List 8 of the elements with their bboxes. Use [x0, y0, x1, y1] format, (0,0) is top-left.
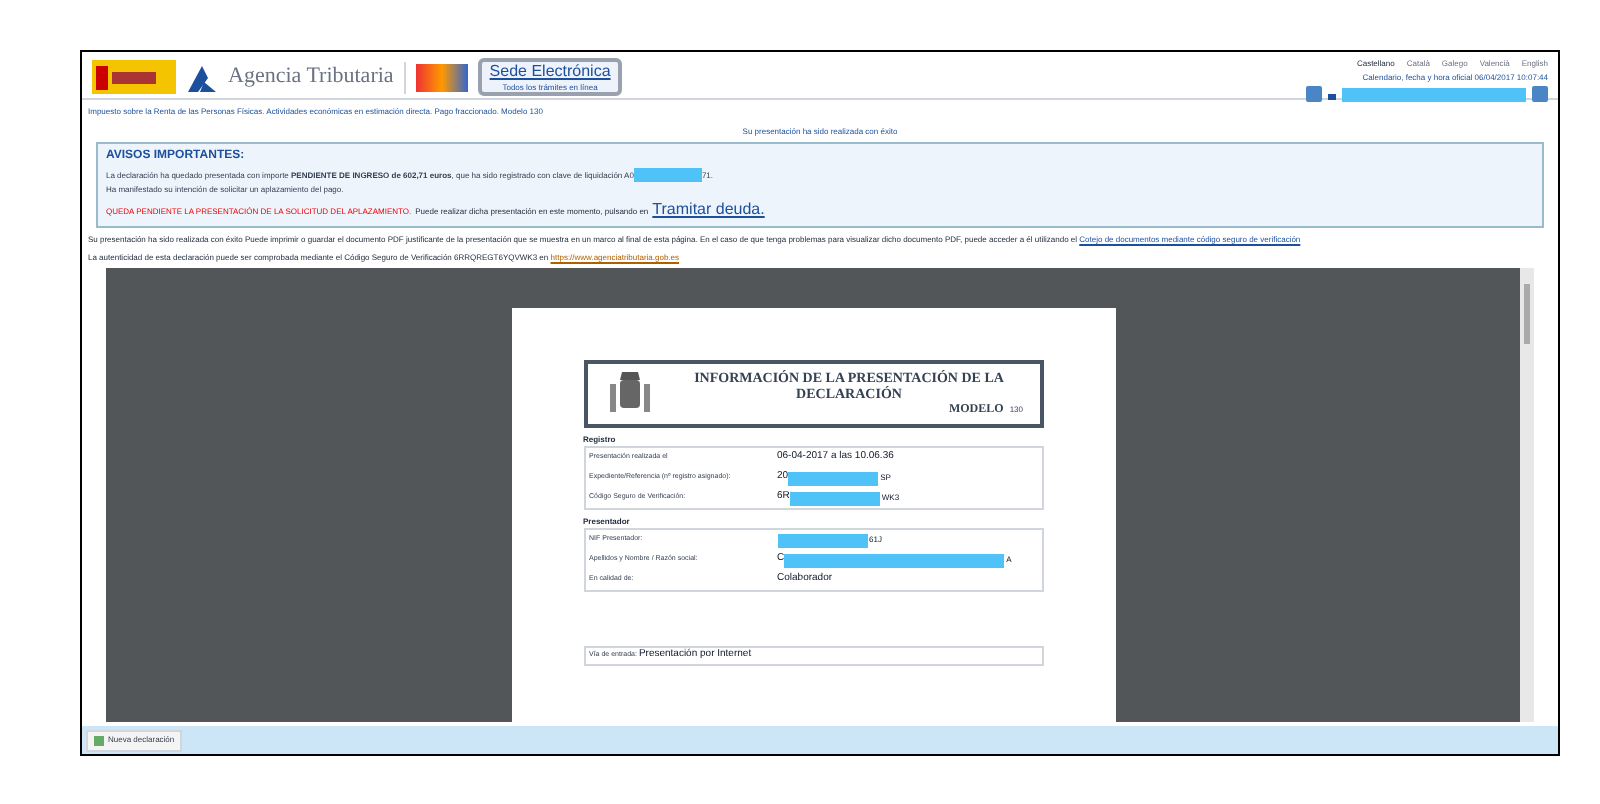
- anniversary-logo: [415, 63, 468, 91]
- agency-name: Agencia Tributaria: [228, 62, 394, 93]
- agency-logo-icon: [186, 61, 218, 93]
- lock-icon: [1328, 89, 1336, 99]
- add-document-icon: [94, 735, 104, 745]
- pay-debt-link[interactable]: Tramitar deuda.: [652, 198, 765, 222]
- redaction-bar: [633, 168, 702, 182]
- government-logo: [92, 60, 176, 94]
